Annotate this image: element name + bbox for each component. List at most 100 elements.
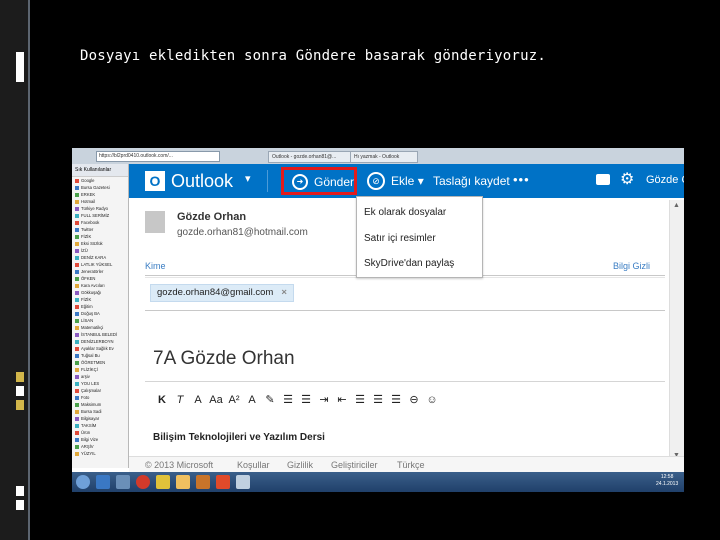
format-button[interactable]: K (153, 394, 171, 406)
favorite-item[interactable]: Çalışmalar (72, 387, 128, 394)
menu-item-inline-images[interactable]: Satır içi resimler (364, 233, 436, 244)
attach-button[interactable]: Ekle ▾ (391, 174, 424, 188)
scroll-up-icon[interactable]: ▲ (673, 202, 680, 209)
menu-item-skydrive-share[interactable]: SkyDrive'dan paylaş (364, 258, 454, 269)
favorite-item[interactable]: Bilgisayar (72, 415, 128, 422)
format-button[interactable]: A² (225, 394, 243, 406)
favorite-item[interactable]: Doğuş BA (72, 310, 128, 317)
favorite-item[interactable]: FLİZİKÇİ (72, 366, 128, 373)
favorite-item[interactable]: Foto (72, 394, 128, 401)
format-button[interactable]: ☰ (279, 393, 297, 406)
favorite-item[interactable]: ERKEK (72, 191, 128, 198)
chat-icon[interactable] (596, 174, 610, 185)
more-options-button[interactable]: ••• (513, 172, 530, 187)
favorite-item[interactable]: Bursa Gazetesi (72, 184, 128, 191)
format-button[interactable]: ✎ (261, 393, 279, 406)
favorite-item[interactable]: Facebook (72, 219, 128, 226)
message-body[interactable]: Bilişim Teknolojileri ve Yazılım Dersi (153, 432, 325, 443)
ie-icon[interactable] (96, 475, 110, 489)
favorite-icon (75, 297, 79, 302)
recipient-chip[interactable]: gozde.orhan84@gmail.com × (150, 284, 294, 302)
favorite-label: Matematikçi (81, 325, 104, 330)
format-button[interactable]: ☰ (297, 393, 315, 406)
favorite-item[interactable]: Matematikçi (72, 324, 128, 331)
favorite-item[interactable]: Eğitim (72, 303, 128, 310)
outlook-logo[interactable]: Outlook (171, 170, 233, 192)
format-button[interactable]: ☰ (387, 393, 405, 406)
favorite-item[interactable]: ARŞİV (72, 443, 128, 450)
format-button[interactable]: T (171, 394, 189, 406)
app-icon[interactable] (196, 475, 210, 489)
favorite-item[interactable]: ÖFKEN (72, 275, 128, 282)
office-icon[interactable] (216, 475, 230, 489)
favorite-item[interactable]: Google (72, 177, 128, 184)
paperclip-icon[interactable]: ⊘ (367, 172, 385, 190)
menu-item-attach-files[interactable]: Ek olarak dosyalar (364, 207, 446, 218)
format-button[interactable]: ⊖ (405, 393, 423, 406)
to-field[interactable]: gozde.orhan84@gmail.com × (145, 277, 665, 311)
favorite-item[interactable]: DENİZ KARA (72, 254, 128, 261)
remove-recipient-icon[interactable]: × (281, 287, 287, 298)
browser-tab-outlook[interactable]: Outlook - gozde.orhan81@... (268, 151, 354, 163)
address-bar[interactable]: https://bl2prd0410.outlook.com/... (96, 151, 220, 162)
start-icon[interactable] (76, 475, 90, 489)
favorite-label: ERKEK (81, 192, 96, 197)
to-field-label[interactable]: Kime (145, 261, 166, 271)
favorite-item[interactable]: ÖĞRETMEN (72, 359, 128, 366)
favorite-item[interactable]: Hotmail (72, 198, 128, 205)
user-name[interactable]: Gözde O (646, 174, 684, 186)
favorite-item[interactable]: Türkiye Radyo (72, 205, 128, 212)
favorite-item[interactable]: İZÜ (72, 247, 128, 254)
format-button[interactable]: A (243, 394, 261, 406)
folder-icon[interactable] (156, 475, 170, 489)
scrollbar[interactable]: ▲ ▼ (669, 200, 684, 468)
favorite-item[interactable]: İSTANBUL BELEDİ (72, 331, 128, 338)
favorite-item[interactable]: TAKSİM (72, 422, 128, 429)
format-button[interactable]: ☺ (423, 394, 441, 406)
format-button[interactable]: ☰ (369, 393, 387, 406)
favorite-item[interactable]: YOU LES (72, 380, 128, 387)
format-button[interactable]: Aa (207, 394, 225, 406)
favorite-item[interactable]: Tuğsal Bu (72, 352, 128, 359)
format-button[interactable]: ⇤ (333, 393, 351, 406)
format-button[interactable]: ⇥ (315, 393, 333, 406)
format-button[interactable]: A (189, 394, 207, 406)
favorite-item[interactable]: Eksi Sözlük (72, 240, 128, 247)
favorite-item[interactable]: YÜZYIL (72, 450, 128, 457)
footer-language-link[interactable]: Türkçe (397, 460, 425, 470)
files-icon[interactable] (176, 475, 190, 489)
subject-field[interactable]: 7A Gözde Orhan (153, 348, 295, 370)
favorite-label: Bilgi Vize (81, 437, 99, 442)
opera-icon[interactable] (136, 475, 150, 489)
favorite-item[interactable]: Twitter (72, 226, 128, 233)
favorite-item[interactable]: Ürün (72, 429, 128, 436)
format-button[interactable]: ☰ (351, 393, 369, 406)
favorite-item[interactable]: arşiv (72, 373, 128, 380)
favorite-item[interactable]: Maksimum (72, 401, 128, 408)
favorite-item[interactable]: Jeneratörler (72, 268, 128, 275)
save-draft-button[interactable]: Taslağı kaydet (433, 174, 510, 188)
chevron-down-icon[interactable]: ▾ (245, 172, 251, 185)
footer-developers-link[interactable]: Geliştiriciler (331, 460, 378, 470)
favorite-item[interactable]: Bilgi Vize (72, 436, 128, 443)
favorite-item[interactable]: Bursa Sadi (72, 408, 128, 415)
browser-tab-2[interactable]: Hı yazmak - Outlook (350, 151, 418, 163)
footer-privacy-link[interactable]: Gizlilik (287, 460, 313, 470)
footer-terms-link[interactable]: Koşullar (237, 460, 270, 470)
favorite-item[interactable]: DENİZLERBOYN (72, 338, 128, 345)
window-icon[interactable] (236, 475, 250, 489)
favorite-item[interactable]: Kara Avcıları (72, 282, 128, 289)
bcc-link[interactable]: Bilgi Gizli (613, 261, 650, 271)
favorite-item[interactable]: Gökkuşağı (72, 289, 128, 296)
favorite-label: FİZİK (81, 297, 92, 302)
favorite-item[interactable]: FİZİK (72, 296, 128, 303)
favorite-item[interactable]: Ayaklar Sağlık Ev (72, 345, 128, 352)
favorite-item[interactable]: LİSAN (72, 317, 128, 324)
favorite-item[interactable]: FİZİK (72, 233, 128, 240)
gear-icon[interactable]: ⚙ (620, 170, 634, 190)
favorite-item[interactable]: FULL SERİMİZ (72, 212, 128, 219)
explorer-icon[interactable] (116, 475, 130, 489)
send-button[interactable]: ➜ Gönder (281, 167, 357, 195)
favorite-label: FİZİK (81, 234, 92, 239)
favorite-item[interactable]: LATLIK YÜKSEL (72, 261, 128, 268)
